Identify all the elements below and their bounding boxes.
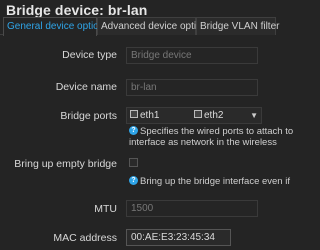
device-name-label: Device name xyxy=(55,81,117,93)
help-icon: ? xyxy=(129,126,138,135)
bridge-ports-help: ? Specifies the wired ports to attach to xyxy=(129,126,294,138)
ethernet-port-icon xyxy=(194,110,202,119)
bridge-ports-help-line1: Specifies the wired ports to attach to xyxy=(140,126,294,138)
device-name-field: br-lan xyxy=(126,79,258,96)
device-type-select: Bridge device xyxy=(126,47,258,64)
bridge-ports-help-line2: interface as network in the wireless xyxy=(129,137,277,148)
bridge-ports-select[interactable]: eth1 eth2 ▼ xyxy=(126,107,262,124)
chevron-down-icon[interactable]: ▼ xyxy=(250,109,258,122)
mtu-label: MTU xyxy=(94,203,117,215)
tab-general-device-options[interactable]: General device options xyxy=(3,17,109,36)
port-chip-eth1[interactable]: eth1 xyxy=(130,109,159,122)
help-icon: ? xyxy=(129,176,138,185)
ethernet-port-icon xyxy=(130,110,138,119)
tab-bar: General device options Advanced device o… xyxy=(0,16,279,36)
mtu-input[interactable]: 1500 xyxy=(126,200,258,217)
tab-advanced-device-options[interactable]: Advanced device options xyxy=(97,17,212,35)
empty-bridge-label: Bring up empty bridge xyxy=(14,158,117,170)
port-chip-eth2[interactable]: eth2 xyxy=(194,109,223,122)
empty-bridge-help: ? Bring up the bridge interface even if xyxy=(129,176,290,188)
port-label: eth2 xyxy=(204,110,224,121)
port-label: eth1 xyxy=(140,110,160,121)
tab-bridge-vlan-filter[interactable]: Bridge VLAN filter xyxy=(196,17,279,35)
empty-bridge-help-text: Bring up the bridge interface even if xyxy=(140,176,290,188)
mac-address-label: MAC address xyxy=(53,232,117,244)
device-type-label: Device type xyxy=(62,49,117,61)
bridge-ports-label: Bridge ports xyxy=(60,110,117,122)
mac-address-input[interactable]: 00:AE:E3:23:45:34 xyxy=(126,229,231,246)
empty-bridge-checkbox[interactable] xyxy=(129,158,138,167)
